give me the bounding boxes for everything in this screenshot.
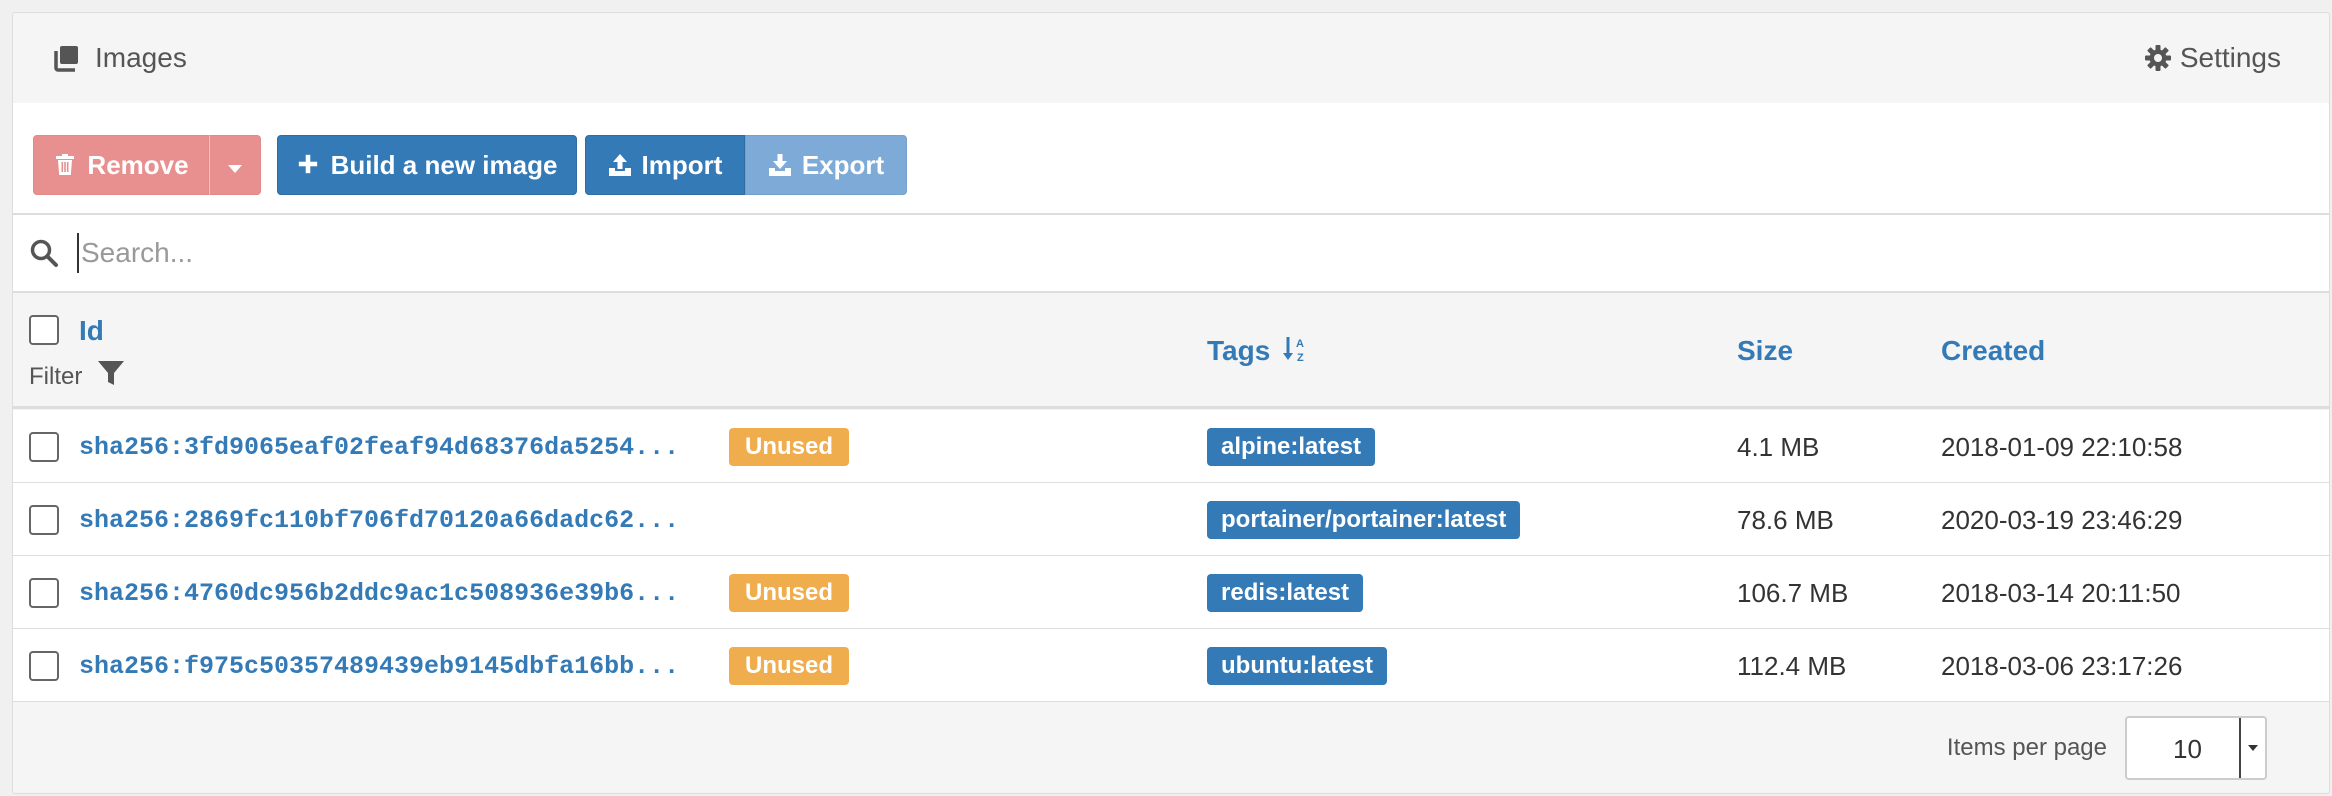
column-header-id[interactable]: Id: [79, 315, 104, 347]
sort-alpha-icon: A Z: [1282, 335, 1310, 370]
panel-header: Images Settings: [13, 13, 2329, 103]
image-tag-badge: portainer/portainer:latest: [1207, 501, 1521, 539]
svg-text:A: A: [1296, 338, 1304, 350]
import-button[interactable]: Import: [585, 135, 745, 195]
image-id-link[interactable]: sha256:2869fc110bf706fd70120a66dadc62...: [79, 506, 679, 535]
image-size: 106.7 MB: [1737, 578, 1849, 608]
build-image-button[interactable]: Build a new image: [277, 135, 577, 195]
download-icon: [768, 153, 792, 177]
settings-label: Settings: [2179, 42, 2281, 73]
row-checkbox[interactable]: [29, 651, 59, 681]
table-row: sha256:2869fc110bf706fd70120a66dadc62...…: [13, 483, 2329, 556]
table-row: sha256:4760dc956b2ddc9ac1c508936e39b6...…: [13, 556, 2329, 629]
build-image-label: Build a new image: [330, 149, 558, 180]
unused-badge: Unused: [729, 428, 850, 466]
image-created: 2018-03-14 20:11:50: [1941, 578, 2181, 608]
trash-icon: [53, 153, 77, 177]
unused-badge: Unused: [729, 647, 850, 685]
image-created: 2020-03-19 23:46:29: [1941, 505, 2183, 535]
image-created: 2018-01-09 22:10:58: [1941, 432, 2183, 462]
select-all-checkbox[interactable]: [29, 315, 59, 345]
upload-icon: [608, 153, 632, 177]
import-label: Import: [641, 149, 723, 180]
row-checkbox[interactable]: [29, 578, 59, 608]
table-footer: Items per page 10: [13, 703, 2329, 793]
image-size: 112.4 MB: [1737, 651, 1847, 681]
unused-badge: Unused: [729, 574, 850, 612]
table-row: sha256:3fd9065eaf02feaf94d68376da5254...…: [13, 410, 2329, 483]
images-panel: Images Settings Remove Build a new image…: [12, 12, 2330, 794]
items-per-page-value: 10: [2173, 734, 2202, 764]
clone-icon: [51, 43, 81, 73]
toolbar: Remove Build a new image Import Export: [13, 103, 2329, 215]
search-icon: [29, 238, 59, 268]
column-header-tags[interactable]: Tags A Z: [1207, 335, 1310, 370]
tags-label: Tags: [1207, 335, 1271, 366]
image-created: 2018-03-06 23:17:26: [1941, 651, 2183, 681]
page-title-label: Images: [95, 42, 187, 73]
image-id-link[interactable]: sha256:f975c50357489439eb9145dbfa16bb...: [79, 652, 679, 681]
table-header: Id Filter Tags A Z Size Created: [13, 293, 2329, 409]
remove-button[interactable]: Remove: [33, 135, 209, 195]
svg-text:Z: Z: [1297, 352, 1304, 363]
search-input[interactable]: [77, 233, 2077, 273]
items-per-page-select[interactable]: 10: [2125, 716, 2267, 780]
search-bar: [13, 215, 2329, 293]
image-size: 4.1 MB: [1737, 432, 1820, 462]
settings-button[interactable]: Settings: [2144, 42, 2281, 74]
image-size: 78.6 MB: [1737, 505, 1834, 535]
export-button[interactable]: Export: [745, 135, 907, 195]
image-tag-badge: alpine:latest: [1207, 428, 1376, 466]
image-tag-badge: ubuntu:latest: [1207, 647, 1387, 685]
caret-down-icon: [227, 150, 243, 181]
caret-down-icon: [2239, 718, 2265, 778]
column-header-created[interactable]: Created: [1941, 335, 2045, 367]
column-header-size[interactable]: Size: [1737, 335, 1793, 367]
export-label: Export: [801, 149, 885, 180]
row-checkbox[interactable]: [29, 505, 59, 535]
plus-icon: [297, 153, 321, 177]
row-checkbox[interactable]: [29, 432, 59, 462]
filter-label: Filter: [29, 363, 83, 390]
image-id-link[interactable]: sha256:4760dc956b2ddc9ac1c508936e39b6...: [79, 579, 679, 608]
remove-dropdown-toggle[interactable]: [209, 135, 261, 195]
remove-label: Remove: [87, 149, 189, 180]
gear-icon: [2144, 44, 2172, 72]
table-row: sha256:f975c50357489439eb9145dbfa16bb...…: [13, 629, 2329, 702]
items-per-page-label: Items per page: [1946, 734, 2107, 761]
filter-icon[interactable]: [97, 359, 125, 387]
image-tag-badge: redis:latest: [1207, 574, 1364, 612]
image-id-link[interactable]: sha256:3fd9065eaf02feaf94d68376da5254...: [79, 433, 679, 462]
page-title: Images: [51, 42, 187, 74]
